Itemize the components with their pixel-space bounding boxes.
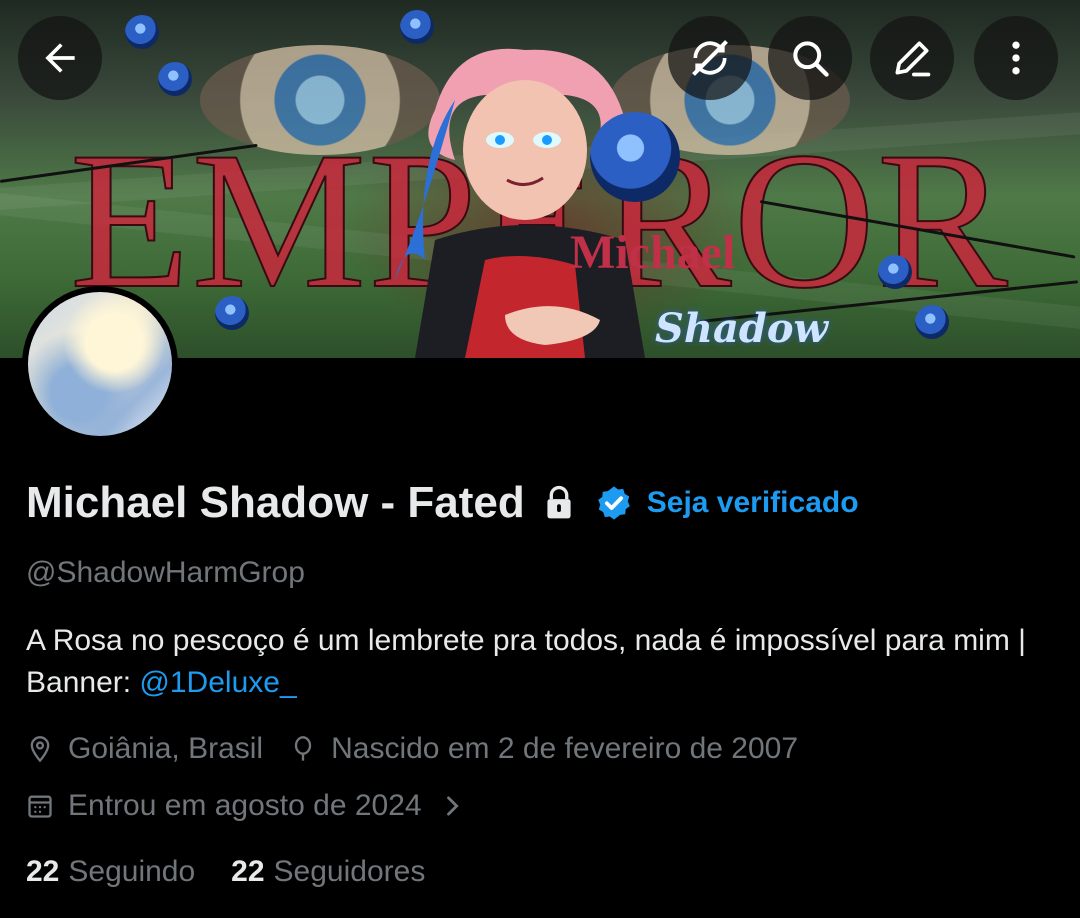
following-link[interactable]: 22 Seguindo [26,855,195,889]
chevron-right-icon[interactable] [438,792,466,820]
verified-badge-icon[interactable] [595,484,633,522]
joined-text: Entrou em agosto de 2024 [68,789,422,822]
followers-label: Seguidores [273,855,426,888]
banner-rose [915,305,949,339]
pencil-icon [895,41,931,77]
follow-stats: 22 Seguindo 22 Seguidores [26,855,461,889]
profile-bio: A Rosa no pescoço é um lembrete pra todo… [26,620,1056,704]
location-item: Goiânia, Brasil [26,732,263,766]
banner-character-art [395,48,645,358]
followers-count: 22 [231,855,265,888]
back-button[interactable] [18,16,102,100]
avatar-image [28,292,172,436]
more-vertical-icon [1012,41,1020,75]
location-pin-icon [30,736,50,763]
calendar-icon [28,795,52,818]
sync-off-icon [692,40,728,76]
joined-row: Entrou em agosto de 2024 [26,789,492,823]
banner-rose [215,296,249,330]
following-label: Seguindo [68,855,196,888]
arrow-left-icon [45,43,75,73]
bio-mention-link[interactable]: @1Deluxe_ [139,666,296,699]
display-name: Michael Shadow - Fated [26,478,525,527]
more-options-button[interactable] [974,16,1058,100]
birthday-item: Nascido em 2 de fevereiro de 2007 [289,732,798,766]
location-text: Goiânia, Brasil [68,732,264,765]
banner-rose [158,62,192,96]
search-button[interactable] [768,16,852,100]
banner-rose [400,10,434,44]
balloon-icon [294,736,312,761]
profile-avatar[interactable] [22,286,178,442]
followers-link[interactable]: 22 Seguidores [231,855,425,889]
birthday-text: Nascido em 2 de fevereiro de 2007 [331,732,799,765]
joined-item: Entrou em agosto de 2024 [26,789,466,823]
profile-meta-row: Goiânia, Brasil Nascido em 2 de fevereir… [26,732,824,766]
banner-subtitle-shadow: Shadow [655,305,828,352]
edit-button[interactable] [870,16,954,100]
banner-rose [878,255,912,289]
banner-rose-large [590,112,680,202]
profile-handle: @ShadowHarmGrop [26,556,305,589]
get-verified-link[interactable]: Seja verificado [647,486,859,520]
banner-rose [125,15,159,49]
sync-button[interactable] [668,16,752,100]
profile-name-row: Michael Shadow - Fated Seja verificado [26,474,859,532]
lock-icon [547,485,571,519]
following-count: 22 [26,855,60,888]
search-icon [793,41,829,77]
banner-subtitle-michael: Michael [570,226,736,279]
